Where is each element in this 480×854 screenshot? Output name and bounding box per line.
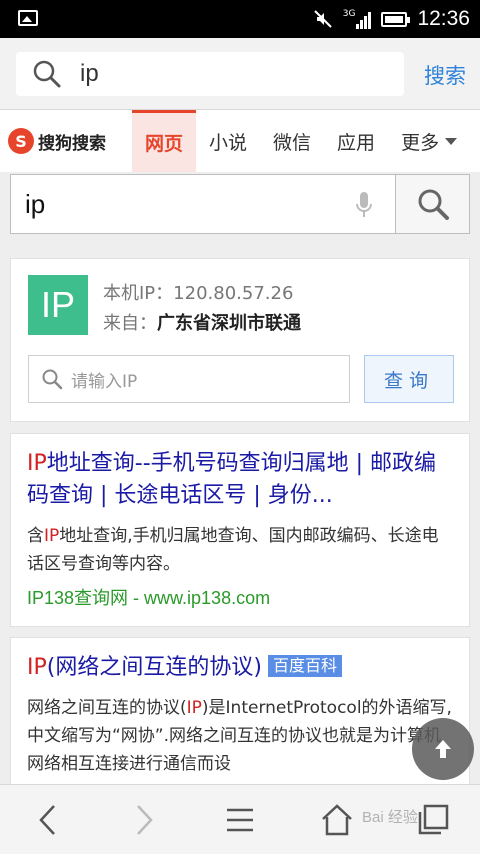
forward-icon[interactable] — [132, 803, 156, 837]
url-search-button[interactable]: 搜索 — [424, 60, 466, 90]
result-desc-pre: 网络之间互连的协议( — [27, 698, 187, 718]
ip-query-button[interactable]: 查询 — [364, 355, 454, 403]
tab-more-label: 更多 — [401, 131, 440, 154]
search-icon — [418, 189, 449, 220]
result-title-text: 地址查询--手机号码查询归属地 | 邮政编码查询 | 长途电话区号 | 身份..… — [27, 451, 437, 508]
url-input[interactable]: ip — [16, 52, 404, 96]
status-icons: 3G 12:36 — [313, 0, 470, 38]
muted-icon — [314, 10, 332, 28]
result-title-highlight: IP — [27, 451, 47, 476]
ip-info-card: IP 本机IP：120.80.57.26 来自：广东省深圳市联通 请输入IP 查… — [10, 258, 470, 422]
search-button[interactable] — [395, 175, 469, 233]
tab-web-label: 网页 — [145, 133, 184, 155]
battery-icon — [381, 11, 411, 27]
result-desc-highlight: IP — [186, 698, 202, 718]
menu-icon[interactable] — [226, 807, 254, 833]
url-query-text: ip — [80, 60, 99, 87]
search-input[interactable]: ip — [11, 175, 395, 233]
scroll-top-button[interactable] — [412, 718, 474, 780]
ip-query-placeholder: 请输入IP — [71, 371, 138, 392]
location-label: 来自： — [103, 313, 157, 334]
result-url[interactable]: IP138查询网 - www.ip138.com — [27, 584, 453, 610]
baike-badge: 百度百科 — [267, 655, 342, 677]
tab-wechat-label: 微信 — [273, 131, 312, 154]
search-result: IP地址查询--手机号码查询归属地 | 邮政编码查询 | 长途电话区号 | 身份… — [10, 433, 470, 627]
tab-novel-label: 小说 — [209, 131, 248, 154]
sogou-logo-icon: S — [8, 128, 34, 154]
status-bar: 3G 12:36 — [0, 0, 480, 38]
chevron-down-icon — [445, 137, 458, 145]
local-ip-line: 本机IP：120.80.57.26 — [103, 279, 293, 305]
home-icon[interactable] — [320, 803, 354, 837]
result-description: 网络之间互连的协议(IP)是InternetProtocol的外语缩写,中文缩写… — [27, 694, 453, 778]
search-icon — [42, 369, 63, 390]
location-value: 广东省深圳市联通 — [157, 313, 301, 334]
browser-url-bar: ip 搜索 — [0, 38, 480, 110]
ip-logo: IP — [28, 275, 88, 335]
search-input-value: ip — [25, 188, 46, 219]
tab-apps-label: 应用 — [337, 131, 376, 154]
search-box: ip — [10, 174, 470, 234]
search-icon — [33, 60, 61, 88]
ip-query-input[interactable]: 请输入IP — [28, 355, 350, 403]
local-ip-value: 120.80.57.26 — [173, 283, 294, 304]
search-tabs: S 搜狗搜索 网页 小说 微信 应用 更多 — [0, 110, 480, 172]
result-description: 含IP地址查询,手机归属地查询、国内邮政编码、长途电话区号查询等内容。 — [27, 522, 453, 578]
picture-notification-icon — [18, 10, 38, 26]
arrow-up-icon — [435, 740, 451, 758]
signal-icon: 3G — [343, 9, 372, 29]
result-title-link[interactable]: IP地址查询--手机号码查询归属地 | 邮政编码查询 | 长途电话区号 | 身份… — [27, 448, 453, 512]
microphone-icon[interactable] — [355, 191, 373, 219]
search-result: IP(网络之间互连的协议) 百度百科 网络之间互连的协议(IP)是Internet… — [10, 637, 470, 787]
sogou-logo[interactable]: S 搜狗搜索 — [8, 128, 132, 154]
tab-more[interactable]: 更多 — [388, 110, 470, 172]
tab-web[interactable]: 网页 — [132, 110, 197, 172]
watermark: Bai 经验 — [362, 809, 418, 826]
back-icon[interactable] — [36, 803, 60, 837]
result-title-text: (网络之间互连的协议) — [46, 655, 262, 680]
clock: 12:36 — [417, 7, 470, 30]
tab-novel[interactable]: 小说 — [196, 110, 260, 172]
windows-icon[interactable] — [416, 803, 450, 837]
sogou-logo-text: 搜狗搜索 — [38, 133, 106, 154]
result-title-highlight: IP — [27, 655, 47, 680]
result-title-link[interactable]: IP(网络之间互连的协议) 百度百科 — [27, 652, 453, 684]
location-line: 来自：广东省深圳市联通 — [103, 309, 301, 335]
tab-wechat[interactable]: 微信 — [260, 110, 324, 172]
result-desc-post: 地址查询,手机归属地查询、国内邮政编码、长途电话区号查询等内容。 — [27, 526, 439, 574]
result-desc-highlight: IP — [44, 526, 60, 546]
local-ip-label: 本机IP： — [103, 283, 174, 304]
result-desc-pre: 含 — [27, 526, 44, 546]
tab-apps[interactable]: 应用 — [324, 110, 388, 172]
